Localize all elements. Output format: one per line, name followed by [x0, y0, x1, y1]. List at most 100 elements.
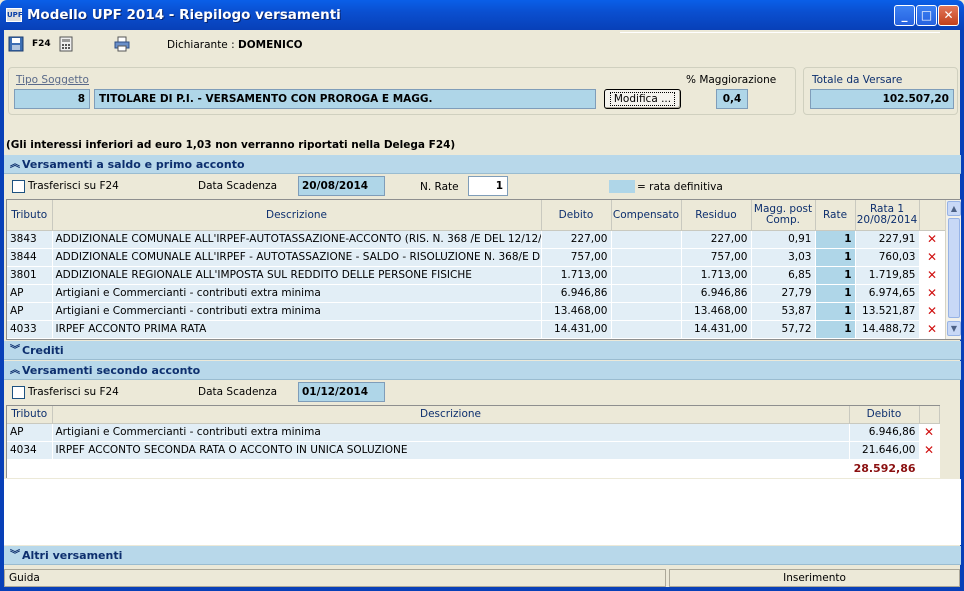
- cell-magg[interactable]: 0,91: [751, 230, 816, 249]
- cell-descrizione[interactable]: Artigiani e Commercianti - contributi ex…: [52, 284, 542, 303]
- cell-tributo[interactable]: 3844: [7, 248, 53, 267]
- cell-rata1[interactable]: 6.974,65: [855, 284, 920, 303]
- data-scadenza-field-1[interactable]: 20/08/2014: [298, 176, 385, 196]
- cell-descrizione[interactable]: Artigiani e Commercianti - contributi ex…: [52, 302, 542, 321]
- cell-debito[interactable]: 6.946,86: [849, 423, 920, 442]
- cell-descrizione[interactable]: ADDIZIONALE REGIONALE ALL'IMPOSTA SUL RE…: [52, 266, 542, 285]
- scroll-down-icon[interactable]: ▼: [947, 321, 961, 336]
- close-button[interactable]: ✕: [938, 5, 959, 26]
- delete-icon[interactable]: ✕: [919, 248, 946, 267]
- table-row[interactable]: 3801 ADDIZIONALE REGIONALE ALL'IMPOSTA SU…: [7, 266, 946, 285]
- table-row[interactable]: AP Artigiani e Commercianti - contributi …: [7, 302, 946, 321]
- calculator-icon[interactable]: [58, 36, 74, 52]
- cell-rate[interactable]: 1: [815, 302, 856, 321]
- cell-residuo[interactable]: 6.946,86: [681, 284, 752, 303]
- cell-debito[interactable]: 14.431,00: [541, 320, 612, 339]
- cell-residuo[interactable]: 14.431,00: [681, 320, 752, 339]
- cell-descrizione[interactable]: Artigiani e Commercianti - contributi ex…: [52, 423, 850, 442]
- cell-compensato[interactable]: [611, 266, 682, 285]
- delete-icon[interactable]: ✕: [919, 423, 940, 442]
- col-compensato[interactable]: Compensato: [611, 200, 682, 231]
- cell-magg[interactable]: 57,72: [751, 320, 816, 339]
- cell-compensato[interactable]: [611, 320, 682, 339]
- cell-magg[interactable]: 3,03: [751, 248, 816, 267]
- cell-residuo[interactable]: 757,00: [681, 248, 752, 267]
- section-crediti-header[interactable]: ︾ Crediti: [4, 341, 961, 360]
- delete-icon[interactable]: ✕: [919, 320, 946, 339]
- cell-debito[interactable]: 13.468,00: [541, 302, 612, 321]
- cell-tributo[interactable]: 4033: [7, 320, 53, 339]
- cell-debito[interactable]: 21.646,00: [849, 441, 920, 460]
- cell-tributo[interactable]: 4034: [7, 441, 53, 460]
- scroll-up-icon[interactable]: ▲: [947, 201, 961, 216]
- table-row[interactable]: AP Artigiani e Commercianti - contributi …: [7, 284, 946, 303]
- cell-debito[interactable]: 1.713,00: [541, 266, 612, 285]
- delete-icon[interactable]: ✕: [919, 230, 946, 249]
- col-magg[interactable]: Magg. post Comp.: [751, 200, 816, 231]
- maggiorazione-field[interactable]: 0,4: [716, 89, 748, 109]
- cell-magg[interactable]: 53,87: [751, 302, 816, 321]
- scroll-thumb[interactable]: [948, 218, 960, 318]
- trasferisci-checkbox-2[interactable]: [12, 386, 25, 399]
- cell-tributo[interactable]: AP: [7, 302, 53, 321]
- minimize-button[interactable]: _: [894, 5, 915, 26]
- table-row[interactable]: 4034 IRPEF ACCONTO SECONDA RATA O ACCONTO…: [7, 441, 940, 460]
- col-rata1[interactable]: Rata 1 20/08/2014: [855, 200, 920, 231]
- cell-rate[interactable]: 1: [815, 284, 856, 303]
- col-debito-2[interactable]: Debito: [849, 406, 920, 424]
- table-row[interactable]: 3844 ADDIZIONALE COMUNALE ALL'IRPEF - AUT…: [7, 248, 946, 267]
- col-rate[interactable]: Rate: [815, 200, 856, 231]
- table-row[interactable]: 4033 IRPEF ACCONTO PRIMA RATA 14.431,00 14.…: [7, 320, 946, 339]
- cell-rate[interactable]: 1: [815, 230, 856, 249]
- cell-rate[interactable]: 1: [815, 266, 856, 285]
- delete-icon[interactable]: ✕: [919, 266, 946, 285]
- save-icon[interactable]: [8, 36, 24, 52]
- delete-icon[interactable]: ✕: [919, 284, 946, 303]
- modifica-button[interactable]: Modifica ...: [604, 89, 681, 109]
- cell-descrizione[interactable]: IRPEF ACCONTO PRIMA RATA: [52, 320, 542, 339]
- cell-descrizione[interactable]: IRPEF ACCONTO SECONDA RATA O ACCONTO IN …: [52, 441, 850, 460]
- cell-descrizione[interactable]: ADDIZIONALE COMUNALE ALL'IRPEF-AUTOTASSA…: [52, 230, 542, 249]
- cell-residuo[interactable]: 13.468,00: [681, 302, 752, 321]
- cell-tributo[interactable]: AP: [7, 284, 53, 303]
- cell-tributo[interactable]: 3801: [7, 266, 53, 285]
- cell-rata1[interactable]: 760,03: [855, 248, 920, 267]
- cell-rata1[interactable]: 13.521,87: [855, 302, 920, 321]
- cell-debito[interactable]: 6.946,86: [541, 284, 612, 303]
- cell-tributo[interactable]: 3843: [7, 230, 53, 249]
- cell-compensato[interactable]: [611, 284, 682, 303]
- cell-descrizione[interactable]: ADDIZIONALE COMUNALE ALL'IRPEF - AUTOTAS…: [52, 248, 542, 267]
- data-scadenza-field-2[interactable]: 01/12/2014: [298, 382, 385, 402]
- col-residuo[interactable]: Residuo: [681, 200, 752, 231]
- section-saldo-header[interactable]: ︽ Versamenti a saldo e primo acconto: [4, 155, 961, 174]
- cell-residuo[interactable]: 1.713,00: [681, 266, 752, 285]
- cell-rata1[interactable]: 14.488,72: [855, 320, 920, 339]
- tipo-desc-field[interactable]: TITOLARE DI P.I. - VERSAMENTO CON PROROG…: [94, 89, 596, 109]
- cell-magg[interactable]: 27,79: [751, 284, 816, 303]
- tipo-code-field[interactable]: 8: [14, 89, 90, 109]
- col-debito[interactable]: Debito: [541, 200, 612, 231]
- col-descrizione[interactable]: Descrizione: [52, 200, 542, 231]
- maximize-button[interactable]: □: [916, 5, 937, 26]
- cell-compensato[interactable]: [611, 230, 682, 249]
- cell-compensato[interactable]: [611, 302, 682, 321]
- col-tributo-2[interactable]: Tributo: [7, 406, 53, 424]
- cell-rata1[interactable]: 227,91: [855, 230, 920, 249]
- print-icon[interactable]: [114, 36, 130, 52]
- delete-icon[interactable]: ✕: [919, 302, 946, 321]
- table-row[interactable]: AP Artigiani e Commercianti - contributi …: [7, 423, 940, 442]
- col-descrizione-2[interactable]: Descrizione: [52, 406, 850, 424]
- saldo-scrollbar[interactable]: ▲ ▼: [945, 200, 961, 339]
- cell-compensato[interactable]: [611, 248, 682, 267]
- cell-debito[interactable]: 757,00: [541, 248, 612, 267]
- col-tributo[interactable]: Tributo: [7, 200, 53, 231]
- cell-rate[interactable]: 1: [815, 320, 856, 339]
- section-secondo-header[interactable]: ︽ Versamenti secondo acconto: [4, 361, 961, 380]
- f24-icon[interactable]: F24: [32, 36, 51, 52]
- cell-residuo[interactable]: 227,00: [681, 230, 752, 249]
- section-altri-header[interactable]: ︾ Altri versamenti: [4, 546, 961, 565]
- delete-icon[interactable]: ✕: [919, 441, 940, 460]
- trasferisci-checkbox-1[interactable]: [12, 180, 25, 193]
- cell-debito[interactable]: 227,00: [541, 230, 612, 249]
- table-row[interactable]: 3843 ADDIZIONALE COMUNALE ALL'IRPEF-AUTOT…: [7, 230, 946, 249]
